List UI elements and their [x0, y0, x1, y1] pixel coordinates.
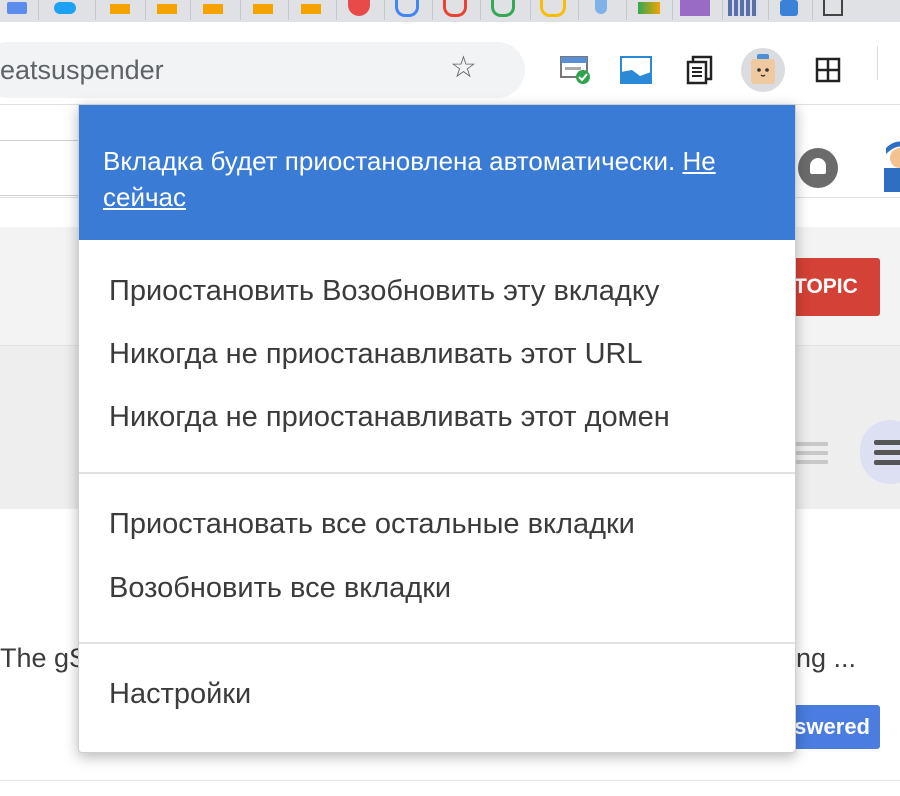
grid-icon[interactable]	[806, 48, 850, 92]
post-snippet-start[interactable]: The gS	[0, 643, 87, 674]
compact-list-icon[interactable]	[796, 442, 828, 466]
suspender-popup: Вкладка будет приостановлена автоматичес…	[78, 104, 796, 753]
bookmark-favicon[interactable]	[105, 0, 135, 18]
bookmark-favicon[interactable]	[50, 0, 80, 18]
browser-toolbar: eatsuspender ☆	[0, 22, 900, 104]
notification-bell-icon[interactable]	[798, 148, 838, 188]
row-divider	[0, 780, 900, 781]
banner-message: Вкладка будет приостановлена автоматичес…	[103, 146, 676, 176]
address-bar[interactable]: eatsuspender ☆	[0, 42, 525, 98]
toolbar-divider	[877, 46, 878, 80]
bookmark-favicon[interactable]	[198, 0, 228, 18]
window-icon[interactable]	[614, 48, 658, 92]
address-text[interactable]: eatsuspender	[0, 55, 164, 86]
user-avatar[interactable]	[878, 140, 900, 192]
bookmark-favicon[interactable]	[818, 0, 848, 18]
google-favicon[interactable]	[392, 0, 422, 18]
menu-suspend-resume-tab[interactable]: Приостановить Возобновить эту вкладку	[109, 275, 659, 308]
google-favicon[interactable]	[440, 0, 470, 18]
menu-separator	[79, 472, 795, 474]
menu-never-suspend-domain[interactable]: Никогда не приостанавливать этот домен	[109, 401, 670, 434]
menu-resume-all-tabs[interactable]: Возобновить все вкладки	[109, 572, 451, 605]
bookmark-favicon[interactable]	[538, 0, 568, 18]
tab-checker-icon[interactable]	[554, 48, 598, 92]
status-banner: Вкладка будет приостановлена автоматичес…	[79, 105, 795, 240]
bookmark-favicon[interactable]	[728, 0, 758, 18]
great-suspender-icon[interactable]	[741, 48, 785, 92]
bookmark-favicon[interactable]	[248, 0, 278, 18]
bookmark-favicon[interactable]	[2, 0, 32, 18]
menu-suspend-other-tabs[interactable]: Приостановать все остальные вкладки	[109, 508, 635, 541]
bookmark-favicon[interactable]	[680, 0, 710, 18]
bookmark-favicon[interactable]	[634, 0, 664, 18]
bookmark-favicon[interactable]	[586, 0, 616, 18]
puzzle-favicon[interactable]	[774, 0, 804, 18]
reader-icon[interactable]	[678, 48, 722, 92]
bookmark-favicon[interactable]	[152, 0, 182, 18]
menu-separator	[79, 642, 795, 644]
answered-badge: swered	[785, 705, 880, 749]
post-snippet-end[interactable]: ing ...	[790, 643, 856, 674]
menu-never-suspend-url[interactable]: Никогда не приостанавливать этот URL	[109, 338, 643, 371]
bookmark-favicon[interactable]	[296, 0, 326, 18]
star-icon[interactable]: ☆	[450, 53, 477, 83]
bookmarks-bar	[0, 0, 900, 22]
google-favicon[interactable]	[488, 0, 518, 18]
bookmark-favicon[interactable]	[344, 0, 374, 18]
banner-text: Вкладка будет приостановлена автоматичес…	[103, 143, 763, 215]
menu-settings[interactable]: Настройки	[109, 678, 251, 711]
